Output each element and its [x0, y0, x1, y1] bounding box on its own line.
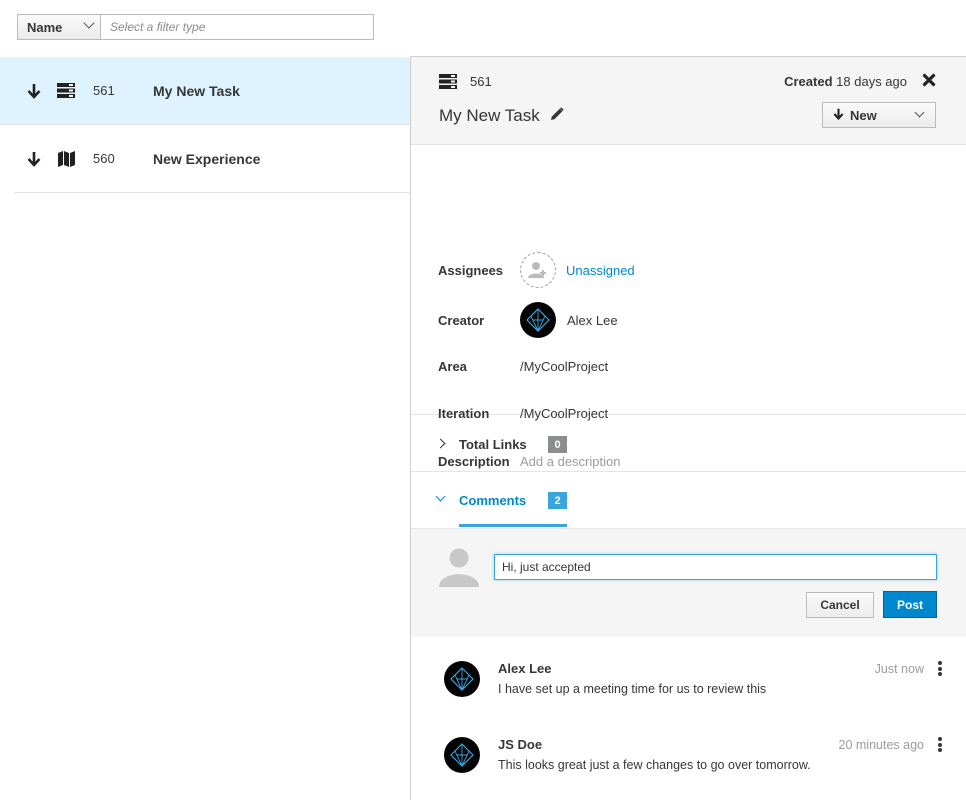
item-number: 560 — [93, 151, 115, 166]
state-dropdown[interactable]: New — [822, 102, 936, 128]
assignees-value[interactable]: Unassigned — [566, 263, 635, 278]
kebab-menu-icon[interactable] — [938, 737, 942, 754]
task-icon — [439, 74, 457, 92]
comments-count-badge: 2 — [548, 492, 567, 509]
user-avatar-icon — [438, 547, 480, 590]
created-info: Created 18 days ago — [784, 74, 907, 89]
list-item[interactable]: 561 My New Task — [0, 57, 410, 125]
cancel-button[interactable]: Cancel — [806, 592, 874, 618]
detail-header: 561 Created 18 days ago My New Task New — [411, 57, 966, 145]
area-label: Area — [438, 359, 467, 374]
add-assignee-icon[interactable] — [520, 252, 556, 288]
comment-author: Alex Lee — [498, 661, 552, 676]
links-count-badge: 0 — [548, 436, 567, 453]
avatar — [520, 302, 556, 338]
area-value[interactable]: /MyCoolProject — [520, 359, 608, 374]
comment-time: 20 minutes ago — [838, 738, 924, 752]
filter-input[interactable] — [101, 15, 373, 39]
task-icon — [55, 83, 77, 98]
creator-field: Creator Alex Lee — [438, 302, 618, 338]
detail-fields: Assignees Unassigned Creator Alex Lee Ar… — [411, 145, 966, 469]
comments-label: Comments — [459, 493, 527, 508]
detail-title: My New Task — [439, 106, 564, 126]
arrow-down-icon — [833, 108, 844, 123]
avatar — [444, 661, 480, 697]
creator-value: Alex Lee — [567, 312, 618, 328]
comment-item: JS Doe This looks great just a few chang… — [444, 737, 944, 787]
post-button[interactable]: Post — [883, 591, 937, 618]
arrow-down-icon — [24, 151, 44, 167]
assignees-field: Assignees Unassigned — [438, 252, 635, 288]
item-number: 561 — [93, 83, 115, 98]
links-section-toggle[interactable]: Total Links 0 — [411, 415, 966, 472]
area-field: Area /MyCoolProject — [438, 359, 608, 374]
item-title[interactable]: New Experience — [153, 151, 260, 167]
pencil-icon[interactable] — [550, 106, 564, 126]
comment-text: I have set up a meeting time for us to r… — [498, 682, 767, 696]
avatar — [444, 737, 480, 773]
filter-bar: Name — [17, 14, 374, 40]
comments-tab-underline — [459, 524, 567, 527]
detail-number: 561 — [470, 74, 492, 89]
work-item-list: 561 My New Task 560 New Experience — [0, 57, 410, 193]
list-item[interactable]: 560 New Experience — [14, 125, 410, 193]
chevron-down-icon — [83, 17, 95, 29]
comments-section-toggle[interactable]: Comments 2 — [411, 472, 966, 529]
links-label: Total Links — [459, 437, 527, 452]
arrow-down-icon — [24, 83, 44, 99]
item-title[interactable]: My New Task — [153, 83, 240, 99]
chevron-right-icon — [435, 438, 446, 449]
assignees-label: Assignees — [438, 262, 504, 278]
filter-field-label: Name — [27, 19, 63, 35]
filter-field-select[interactable]: Name — [18, 15, 101, 39]
chevron-down-icon — [435, 491, 446, 502]
comment-text: This looks great just a few changes to g… — [498, 758, 811, 772]
created-value: 18 days ago — [836, 74, 907, 89]
chevron-down-icon — [914, 107, 925, 118]
comment-input[interactable] — [494, 554, 937, 580]
map-icon — [55, 150, 77, 167]
comment-composer: Cancel Post — [411, 529, 966, 637]
close-icon[interactable] — [922, 72, 936, 90]
detail-panel: 561 Created 18 days ago My New Task New … — [410, 56, 966, 800]
detail-title-text[interactable]: My New Task — [439, 106, 540, 126]
created-label: Created — [784, 74, 833, 89]
creator-label: Creator — [438, 312, 485, 328]
state-label: New — [850, 107, 877, 123]
comment-time: Just now — [874, 662, 924, 676]
kebab-menu-icon[interactable] — [938, 661, 942, 678]
comment-item: Alex Lee I have set up a meeting time fo… — [444, 661, 944, 711]
comment-author: JS Doe — [498, 737, 543, 752]
